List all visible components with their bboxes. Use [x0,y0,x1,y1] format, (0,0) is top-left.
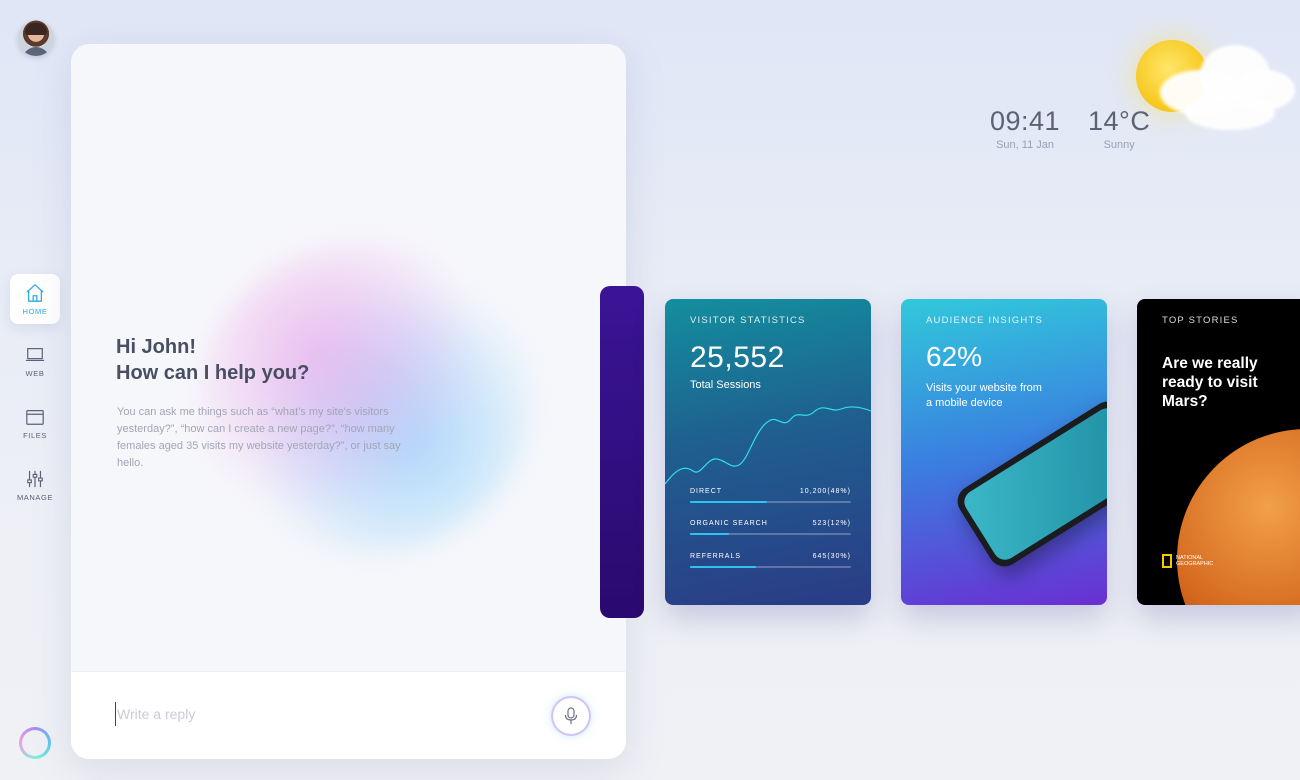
source-referrals: REFERRALS 645(30%) [690,553,851,568]
total-sessions-value: 25,552 [690,341,785,374]
nav-item-files[interactable]: FILES [10,398,60,448]
nav-label: MANAGE [16,492,54,502]
folder-icon [26,409,44,425]
nav-label: FILES [23,430,47,440]
mobile-description: Visits your website from a mobile device [926,382,1042,409]
source-bar [690,533,851,535]
mobile-percent: 62% [926,341,983,372]
weather-condition: Sunny [1103,139,1135,151]
cloud-icon-part [1185,95,1275,130]
card-caption: AUDIENCE INSIGHTS [926,315,1043,326]
source-label: REFERRALS [690,553,742,560]
reply-input[interactable] [115,702,535,726]
nav-item-web[interactable]: WEB [10,336,60,386]
time-display: 09:41 [990,106,1061,136]
nav-label: WEB [25,368,45,378]
top-stories-card[interactable]: TOP STORIES Are we really ready to visit… [1137,299,1300,605]
sessions-line [665,406,871,485]
source-label: DIRECT [690,488,723,495]
source-bar-fill [690,501,768,503]
card-caption: TOP STORIES [1162,315,1239,326]
assistant-panel: Hi John! How can I help you? You can ask… [71,44,626,759]
natgeo-frame-icon [1162,554,1172,568]
audience-insights-card[interactable]: AUDIENCE INSIGHTS 62% Visits your websit… [901,299,1107,605]
visitor-statistics-card[interactable]: VISITOR STATISTICS 25,552 Total Sessions… [665,299,871,605]
source-value: 523(12%) [812,520,851,527]
source-bar-fill [690,533,729,535]
temperature: 14°C Sunny [1088,106,1150,151]
side-nav: HOME WEB FILES MANAGE [10,274,60,522]
source-bar [690,566,851,568]
story-headline: Are we really ready to visit Mars? [1162,355,1258,410]
sliders-icon [27,470,43,487]
assistant-orb-icon[interactable] [19,727,51,759]
source-label: ORGANIC SEARCH [690,520,768,527]
national-geographic-logo: NATIONAL GEOGRAPHIC [1162,554,1216,568]
nav-label: HOME [22,306,48,316]
card-caption: VISITOR STATISTICS [690,315,806,326]
nav-item-manage[interactable]: MANAGE [10,460,60,510]
source-bar [690,501,851,503]
greeting-line-1: Hi John! [116,336,196,358]
reply-bar [71,671,626,759]
user-avatar[interactable] [18,20,54,56]
assistant-hint: You can ask me things such as “what's my… [117,406,401,469]
mars-image [1177,429,1300,605]
source-bar-fill [690,566,756,568]
microphone-icon [564,707,578,724]
clock: 09:41 Sun, 11 Jan [990,106,1060,151]
assistant-glow [201,244,531,554]
laptop-icon [25,347,45,361]
greeting-line-2: How can I help you? [116,362,310,384]
mic-button[interactable] [553,698,589,734]
smartphone-image [951,395,1107,573]
assistant-greeting: Hi John! How can I help you? [116,334,309,386]
date-display: Sun, 11 Jan [996,139,1054,151]
total-sessions-label: Total Sessions [690,379,761,391]
source-value: 645(30%) [812,553,851,560]
card-previous[interactable] [600,286,644,618]
temperature-display: 14°C [1088,106,1151,136]
home-icon [26,283,44,302]
source-organic-search: ORGANIC SEARCH 523(12%) [690,520,851,535]
brand-name: NATIONAL GEOGRAPHIC [1176,555,1214,567]
source-value: 10,200(48%) [799,488,851,495]
source-direct: DIRECT 10,200(48%) [690,488,851,503]
sessions-line-chart [665,406,871,485]
nav-item-home[interactable]: HOME [10,274,60,324]
